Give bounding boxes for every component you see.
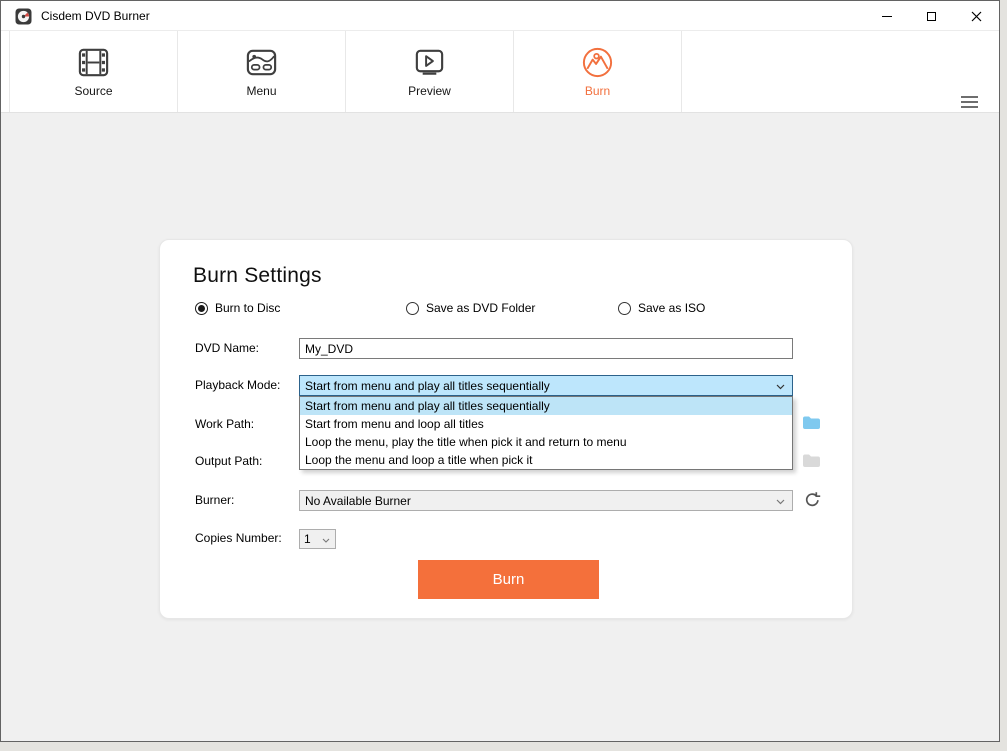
minimize-icon bbox=[882, 16, 892, 17]
output-folder-icon bbox=[802, 453, 821, 468]
window-controls bbox=[864, 1, 999, 31]
tab-menu[interactable]: Menu bbox=[178, 31, 346, 112]
tab-source[interactable]: Source bbox=[10, 31, 178, 112]
output-path-label: Output Path: bbox=[195, 453, 262, 469]
main-content: Burn Settings Burn to Disc Save as DVD F… bbox=[1, 113, 999, 741]
chevron-down-icon bbox=[776, 499, 785, 505]
source-icon bbox=[76, 45, 111, 80]
tab-menu-label: Menu bbox=[246, 84, 276, 98]
window-title: Cisdem DVD Burner bbox=[41, 1, 150, 31]
preview-icon bbox=[412, 45, 447, 80]
playback-mode-label: Playback Mode: bbox=[195, 377, 280, 393]
maximize-icon bbox=[927, 12, 936, 21]
dropdown-option-1[interactable]: Start from menu and play all titles sequ… bbox=[300, 397, 792, 415]
burn-icon bbox=[580, 45, 615, 80]
toolbar-tabs: Source Menu Preview bbox=[9, 31, 682, 112]
chevron-down-icon bbox=[776, 384, 785, 390]
tab-burn-label: Burn bbox=[585, 84, 610, 98]
close-button[interactable] bbox=[954, 1, 999, 31]
maximize-button[interactable] bbox=[909, 1, 954, 31]
playback-mode-combobox[interactable]: Start from menu and play all titles sequ… bbox=[299, 375, 793, 396]
playback-mode-value: Start from menu and play all titles sequ… bbox=[305, 379, 550, 393]
tab-preview[interactable]: Preview bbox=[346, 31, 514, 112]
hamburger-icon bbox=[961, 96, 978, 98]
output-path-browse-button[interactable] bbox=[802, 453, 821, 468]
playback-mode-dropdown-list: Start from menu and play all titles sequ… bbox=[299, 396, 793, 470]
radio-burn-to-disc[interactable]: Burn to Disc bbox=[195, 300, 280, 316]
hamburger-menu-button[interactable] bbox=[961, 94, 978, 110]
dvd-name-input[interactable] bbox=[299, 338, 793, 359]
burner-value: No Available Burner bbox=[305, 494, 411, 508]
refresh-burners-button[interactable] bbox=[803, 491, 821, 509]
toolbar: Source Menu Preview bbox=[1, 31, 999, 113]
tab-burn[interactable]: Burn bbox=[514, 31, 682, 112]
minimize-button[interactable] bbox=[864, 1, 909, 31]
radio-save-as-iso[interactable]: Save as ISO bbox=[618, 300, 705, 316]
burner-label: Burner: bbox=[195, 492, 234, 508]
radio-circle bbox=[406, 302, 419, 315]
burn-settings-panel: Burn Settings Burn to Disc Save as DVD F… bbox=[159, 239, 853, 619]
dvd-name-label: DVD Name: bbox=[195, 340, 259, 356]
menu-icon bbox=[244, 45, 279, 80]
radio-save-as-dvd-folder[interactable]: Save as DVD Folder bbox=[406, 300, 535, 316]
tab-preview-label: Preview bbox=[408, 84, 451, 98]
dropdown-option-4[interactable]: Loop the menu and loop a title when pick… bbox=[300, 451, 792, 469]
burner-combobox[interactable]: No Available Burner bbox=[299, 490, 793, 511]
work-folder-icon bbox=[802, 415, 821, 430]
copies-number-label: Copies Number: bbox=[195, 530, 282, 546]
refresh-icon bbox=[804, 491, 821, 508]
titlebar: Cisdem DVD Burner bbox=[1, 1, 999, 31]
copies-number-combobox[interactable]: 1 bbox=[299, 529, 336, 549]
panel-title: Burn Settings bbox=[193, 264, 322, 288]
tab-source-label: Source bbox=[74, 84, 112, 98]
app-icon bbox=[15, 8, 32, 25]
dropdown-option-2[interactable]: Start from menu and loop all titles bbox=[300, 415, 792, 433]
close-icon bbox=[971, 11, 982, 22]
burn-button[interactable]: Burn bbox=[418, 560, 599, 599]
app-window: Cisdem DVD Burner bbox=[0, 0, 1000, 742]
dropdown-option-3[interactable]: Loop the menu, play the title when pick … bbox=[300, 433, 792, 451]
radio-circle bbox=[618, 302, 631, 315]
chevron-down-icon bbox=[322, 538, 330, 543]
copies-number-value: 1 bbox=[304, 532, 311, 546]
disc-target-options: Burn to Disc Save as DVD Folder Save as … bbox=[160, 300, 852, 316]
work-path-label: Work Path: bbox=[195, 416, 254, 432]
work-path-browse-button[interactable] bbox=[802, 415, 821, 430]
radio-circle bbox=[195, 302, 208, 315]
